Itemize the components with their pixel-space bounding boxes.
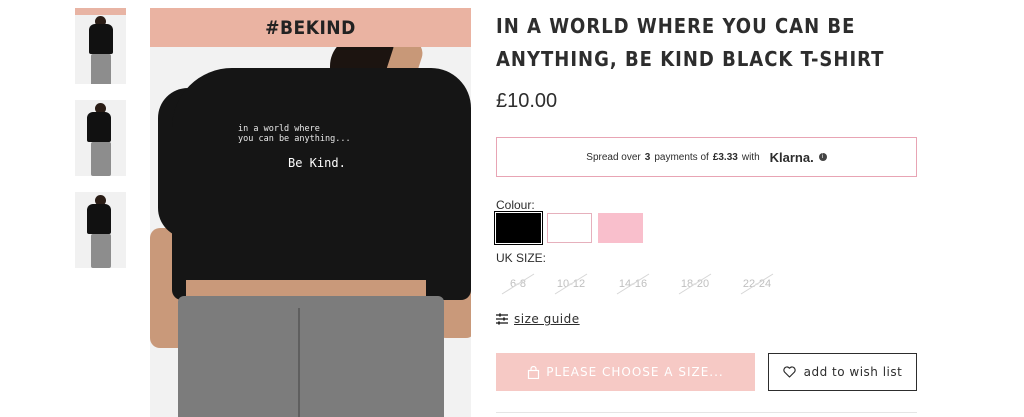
size-option-10-12[interactable]: 10-12: [549, 272, 593, 296]
uk-size-label: UK SIZE:: [496, 251, 547, 265]
info-icon[interactable]: i: [818, 153, 827, 161]
jeans-seam: [298, 308, 300, 417]
add-to-wishlist-button[interactable]: add to wish list: [768, 353, 917, 391]
unavailable-strike-icon: [501, 273, 535, 295]
thumbnail-model-shirt: [87, 112, 111, 142]
size-option-6-8[interactable]: 6-8: [496, 272, 540, 296]
hashtag-banner-text: #BEKIND: [265, 16, 356, 39]
thumbnail-model-legs: [91, 54, 111, 84]
heart-icon: [782, 366, 796, 378]
tshirt-print-large: Be Kind.: [288, 156, 346, 170]
unavailable-strike-icon: [740, 273, 774, 295]
product-price: £10.00: [496, 90, 558, 112]
colour-swatch-white[interactable]: [547, 213, 592, 243]
hashtag-banner: #BEKIND: [150, 8, 471, 47]
klarna-banner[interactable]: Spread over 3 payments of £3.33 with Kla…: [496, 137, 917, 177]
size-option-14-16[interactable]: 14-16: [611, 272, 655, 296]
product-title: IN A WORLD WHERE YOU CAN BE ANYTHING, BE…: [496, 14, 885, 71]
wishlist-label: add to wish list: [803, 365, 903, 379]
unavailable-strike-icon: [678, 273, 712, 295]
colour-swatch-black[interactable]: [494, 211, 543, 245]
tshirt-body: [172, 68, 471, 300]
klarna-amount: £3.33: [712, 151, 738, 163]
colour-label: Colour:: [496, 198, 535, 212]
divider: [496, 412, 917, 413]
thumbnail-3[interactable]: [75, 192, 126, 268]
choose-size-label: PLEASE CHOOSE A SIZE...: [546, 365, 724, 379]
klarna-suffix: with: [741, 151, 760, 163]
klarna-prefix: Spread over: [586, 151, 641, 163]
unavailable-strike-icon: [616, 273, 650, 295]
thumbnail-model-legs: [91, 234, 111, 268]
thumbnail-model-shirt: [87, 204, 111, 234]
thumbnail-model-legs: [91, 142, 111, 176]
klarna-middle: payments of: [654, 151, 709, 163]
model-jeans: [178, 296, 444, 417]
colour-swatch-pink[interactable]: [598, 213, 643, 243]
thumbnail-banner: [75, 8, 126, 15]
thumbnail-model-shirt: [89, 24, 113, 54]
klarna-logo: Klarna.: [769, 149, 814, 165]
size-option-18-20[interactable]: 18-20: [673, 272, 717, 296]
size-option-22-24[interactable]: 22-24: [735, 272, 779, 296]
tshirt-print-small: in a world where you can be anything...: [238, 124, 351, 144]
main-product-image[interactable]: in a world where you can be anything... …: [150, 8, 471, 417]
unavailable-strike-icon: [554, 273, 588, 295]
thumbnail-2[interactable]: [75, 100, 126, 176]
thumbnail-1[interactable]: [75, 8, 126, 84]
choose-size-button[interactable]: PLEASE CHOOSE A SIZE...: [496, 353, 755, 391]
size-guide-label: size guide: [514, 312, 580, 326]
size-guide-link[interactable]: size guide: [496, 312, 580, 326]
shopping-bag-icon: [528, 365, 540, 379]
sliders-icon: [496, 313, 508, 325]
klarna-count: 3: [644, 151, 651, 163]
